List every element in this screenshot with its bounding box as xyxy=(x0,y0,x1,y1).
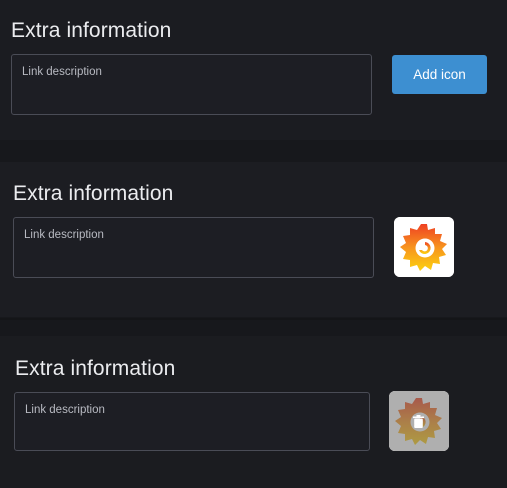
section-title: Extra information xyxy=(13,182,174,205)
grafana-logo-icon[interactable] xyxy=(394,217,454,277)
link-description-placeholder: Link description xyxy=(24,229,104,241)
link-description-input[interactable]: Link description xyxy=(14,392,370,451)
section-title: Extra information xyxy=(11,19,172,42)
link-description-placeholder: Link description xyxy=(22,66,102,78)
link-description-input[interactable]: Link description xyxy=(11,54,372,115)
link-description-input[interactable]: Link description xyxy=(13,217,374,278)
link-description-placeholder: Link description xyxy=(25,404,105,416)
section-title: Extra information xyxy=(15,357,176,380)
section-divider xyxy=(0,140,507,162)
grafana-logo-icon[interactable] xyxy=(389,391,449,451)
add-icon-button[interactable]: Add icon xyxy=(392,55,487,94)
section-shadow xyxy=(0,318,507,320)
trash-icon[interactable] xyxy=(413,415,424,428)
